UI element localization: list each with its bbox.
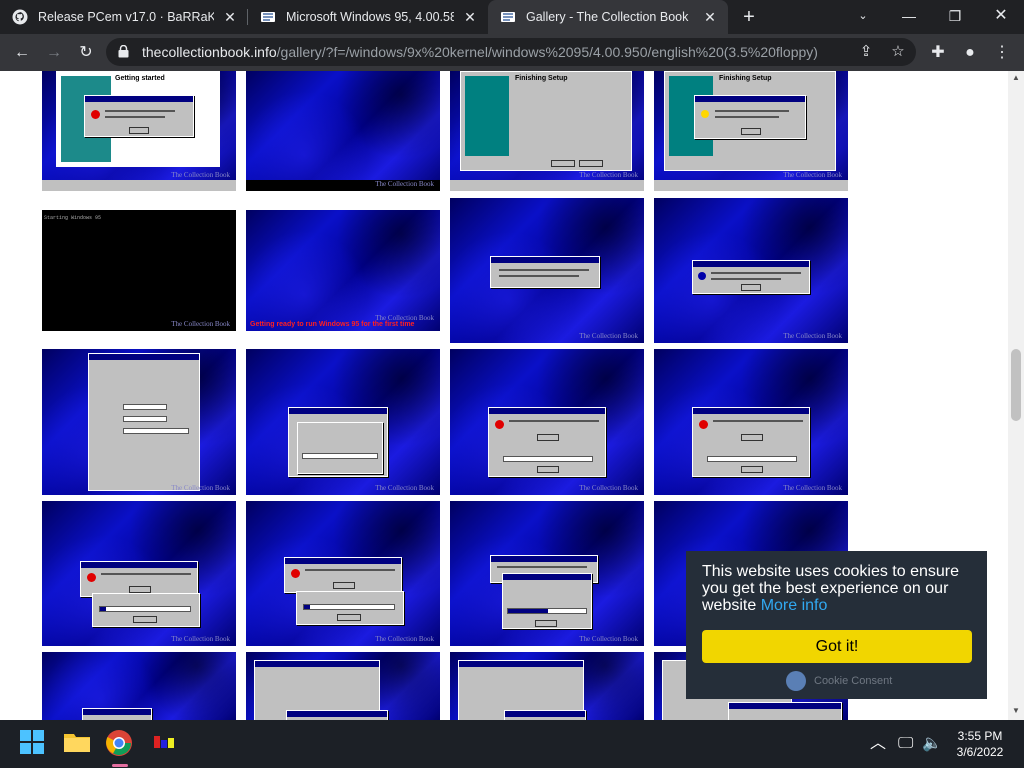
bookmark-star-icon[interactable]: ☆ bbox=[888, 42, 908, 62]
gallery-thumbnail[interactable]: The Collection Book bbox=[450, 349, 644, 495]
gallery-thumbnail[interactable] bbox=[450, 652, 644, 720]
close-tab-icon[interactable]: ✕ bbox=[222, 9, 238, 25]
tab-strip: Release PCem v17.0 · BaRRaKudaRain/PCem-… bbox=[0, 0, 1024, 34]
tab-gallery[interactable]: Gallery - The Collection Book ✕ bbox=[488, 0, 728, 34]
menu-icon[interactable]: ⋮ bbox=[988, 39, 1016, 67]
tab-search-icon[interactable]: ⌄ bbox=[840, 0, 886, 34]
gallery-thumbnail[interactable]: The Collection Book bbox=[654, 198, 848, 343]
network-icon[interactable]: 🖵 bbox=[898, 732, 913, 756]
url-text: thecollectionbook.info/gallery/?f=/windo… bbox=[142, 44, 818, 60]
gallery-thumbnail[interactable]: Getting ready to run Windows 95 for the … bbox=[246, 210, 440, 331]
tab-title: Release PCem v17.0 · BaRRaKudaRain/PCem-… bbox=[38, 10, 214, 24]
accept-cookies-button[interactable]: Got it! bbox=[702, 630, 972, 663]
reload-button[interactable]: ↻ bbox=[72, 39, 100, 67]
gallery-thumbnail[interactable]: The Collection Book bbox=[42, 501, 236, 646]
address-bar[interactable]: thecollectionbook.info/gallery/?f=/windo… bbox=[106, 38, 916, 66]
file-explorer-icon[interactable] bbox=[62, 728, 94, 760]
more-info-link[interactable]: More info bbox=[761, 597, 828, 614]
github-icon bbox=[12, 9, 28, 25]
tab-windows95[interactable]: Microsoft Windows 95, 4.00.58s ✕ bbox=[248, 0, 488, 34]
close-tab-icon[interactable]: ✕ bbox=[462, 9, 478, 25]
gallery-thumbnail[interactable]: The Collection Book bbox=[246, 71, 440, 191]
tab-pcem-release[interactable]: Release PCem v17.0 · BaRRaKudaRain/PCem-… bbox=[0, 0, 248, 34]
scrollbar-thumb[interactable] bbox=[1011, 349, 1021, 421]
clock-time: 3:55 PM bbox=[957, 729, 1003, 743]
page-scrollbar[interactable]: ▲ ▼ bbox=[1008, 71, 1024, 720]
share-icon[interactable]: ⇪ bbox=[856, 42, 876, 62]
gallery-thumbnail[interactable]: The Collection Book bbox=[450, 198, 644, 343]
clock-date: 3/6/2022 bbox=[956, 745, 1004, 759]
cookie-consent-logo-icon bbox=[786, 671, 806, 691]
profile-icon[interactable]: ● bbox=[956, 39, 984, 67]
gallery-thumbnail[interactable]: The Collection Book bbox=[246, 349, 440, 495]
system-clock[interactable]: 3:55 PM 3/6/2022 bbox=[945, 728, 1015, 760]
gallery-thumbnail[interactable]: Finishing Setup The Collection Book bbox=[654, 71, 848, 191]
show-hidden-icons-icon[interactable]: ︿ bbox=[870, 732, 886, 756]
chrome-icon[interactable] bbox=[104, 728, 136, 767]
book-icon bbox=[260, 9, 276, 25]
cookie-message: This website uses cookies to ensure you … bbox=[702, 563, 960, 614]
windows-logo-icon bbox=[20, 730, 44, 754]
pcem-icon[interactable] bbox=[150, 728, 182, 760]
gallery-thumbnail[interactable]: Getting started The Collection Book bbox=[42, 71, 236, 191]
minimize-button[interactable]: — bbox=[886, 0, 932, 34]
book-icon bbox=[500, 9, 516, 25]
volume-icon[interactable]: 🔈 bbox=[922, 732, 942, 756]
gallery-thumbnail[interactable]: The Collection Book bbox=[246, 501, 440, 646]
gallery-thumbnail[interactable] bbox=[42, 652, 236, 720]
close-tab-icon[interactable]: ✕ bbox=[702, 9, 718, 25]
scroll-down-arrow-icon[interactable]: ▼ bbox=[1012, 707, 1020, 715]
close-window-button[interactable]: ✕ bbox=[978, 0, 1024, 34]
start-button[interactable] bbox=[18, 728, 50, 760]
extensions-icon[interactable]: ✚ bbox=[924, 39, 952, 67]
gallery-thumbnail[interactable]: The Collection Book bbox=[450, 501, 644, 646]
tab-title: Microsoft Windows 95, 4.00.58s bbox=[286, 10, 454, 24]
lock-icon bbox=[118, 45, 129, 58]
tab-title: Gallery - The Collection Book bbox=[526, 10, 689, 24]
cookie-consent-branding[interactable]: Cookie Consent bbox=[786, 671, 892, 691]
scroll-up-arrow-icon[interactable]: ▲ bbox=[1012, 74, 1020, 82]
forward-button[interactable]: → bbox=[40, 39, 68, 67]
cookie-consent-banner: This website uses cookies to ensure you … bbox=[686, 551, 987, 699]
new-tab-button[interactable]: + bbox=[737, 5, 761, 29]
gallery-thumbnail[interactable] bbox=[246, 652, 440, 720]
gallery-thumbnail[interactable]: Starting Windows 95 The Collection Book bbox=[42, 210, 236, 331]
gallery-thumbnail[interactable]: The Collection Book bbox=[654, 349, 848, 495]
browser-toolbar: ← → ↻ thecollectionbook.info/gallery/?f=… bbox=[0, 34, 1024, 71]
gallery-thumbnail[interactable]: Finishing Setup The Collection Book bbox=[450, 71, 644, 191]
restore-button[interactable]: ❐ bbox=[932, 0, 978, 34]
gallery-thumbnail[interactable]: The Collection Book bbox=[42, 349, 236, 495]
back-button[interactable]: ← bbox=[8, 39, 36, 67]
windows-taskbar: ︿ 🖵 🔈 3:55 PM 3/6/2022 bbox=[0, 720, 1024, 768]
